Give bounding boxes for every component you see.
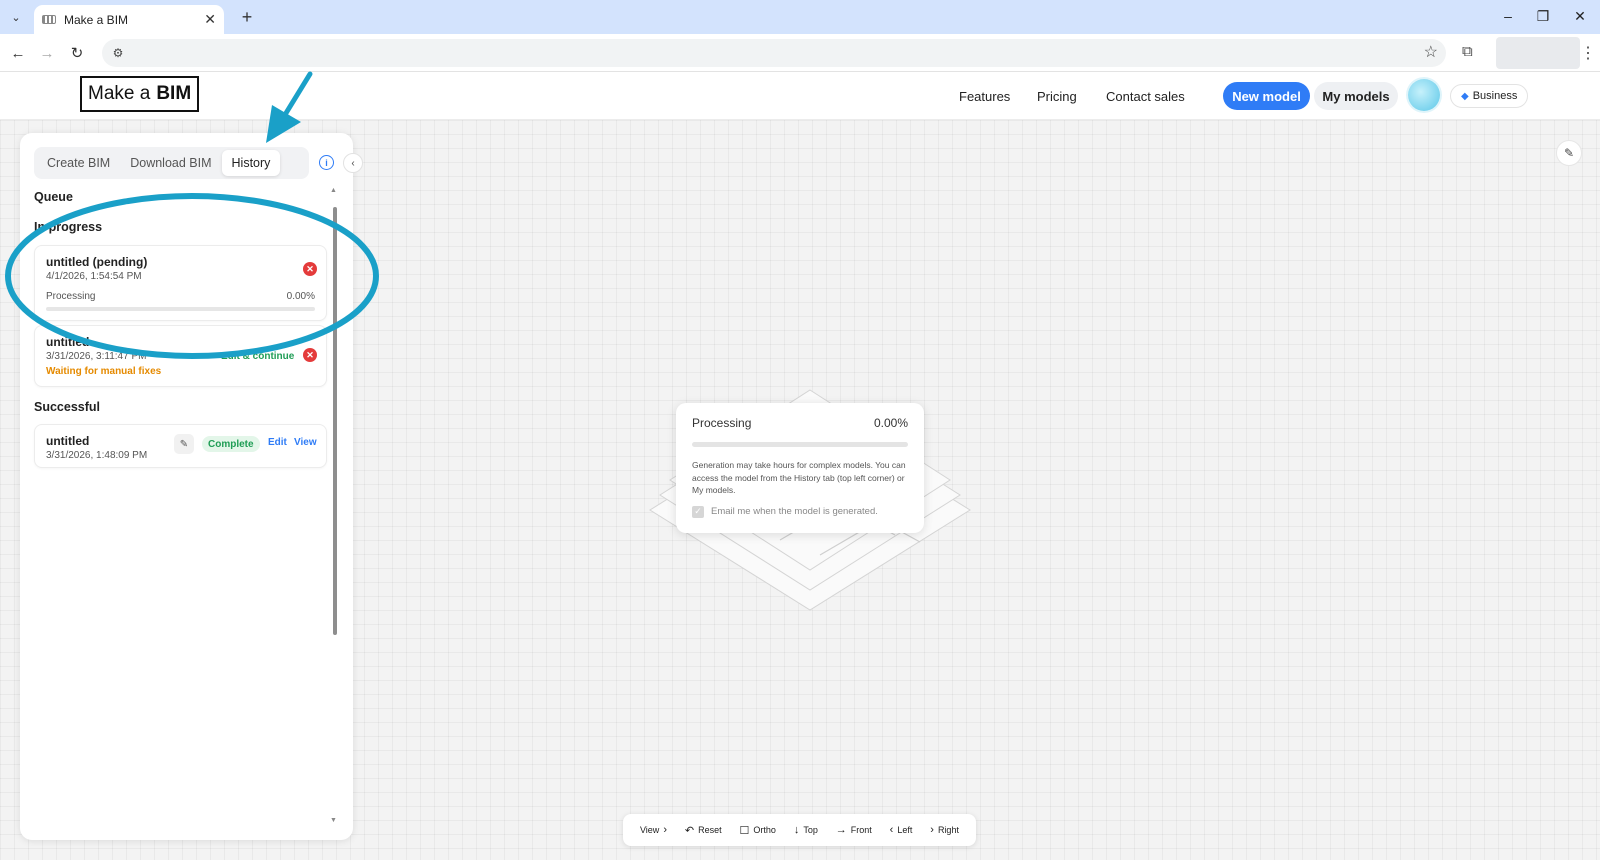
job-name: untitled xyxy=(46,434,90,448)
edit-notes-icon[interactable]: ✎ xyxy=(1556,140,1582,166)
plan-badge[interactable]: ◆ Business xyxy=(1450,84,1529,108)
site-info-icon[interactable]: ⚙ xyxy=(108,43,128,63)
edit-continue-link[interactable]: Edit & continue xyxy=(221,351,294,362)
profile-button[interactable] xyxy=(1496,37,1580,69)
job-date: 3/31/2026, 1:48:09 PM xyxy=(46,450,148,461)
close-tab-icon[interactable]: ✕ xyxy=(204,11,216,28)
view-link[interactable]: View xyxy=(294,437,317,448)
job-date: 4/1/2026, 1:54:54 PM xyxy=(46,271,142,282)
email-notify-option[interactable]: ✓ Email me when the model is generated. xyxy=(692,505,908,518)
rename-icon[interactable]: ✎ xyxy=(174,434,194,454)
left-label: Left xyxy=(897,825,913,835)
status-badge: Complete xyxy=(202,436,260,452)
chevron-left-icon: ‹ xyxy=(889,824,894,836)
forward-icon[interactable]: → xyxy=(37,43,57,63)
tab-download-bim[interactable]: Download BIM xyxy=(120,150,221,176)
top-view-button[interactable]: ↓ Top xyxy=(794,824,818,836)
browser-tab[interactable]: Make a BIM ✕ xyxy=(34,5,224,34)
diamond-icon: ◆ xyxy=(1461,90,1469,102)
back-icon[interactable]: ← xyxy=(8,43,28,63)
top-label: Top xyxy=(803,825,818,835)
front-label: Front xyxy=(850,825,872,835)
job-progress-bar xyxy=(46,307,315,311)
popup-progress-bar xyxy=(692,442,908,447)
browser-tabstrip: ⌄ Make a BIM ✕ + – ❐ ✕ xyxy=(0,0,1600,34)
processing-popup: Processing 0.00% Generation may take hou… xyxy=(676,403,924,533)
browser-toolbar: ← → ↻ ⚙ ☆ ⧉ ⋮ xyxy=(0,34,1600,72)
restore-icon[interactable]: ❐ xyxy=(1533,8,1553,25)
new-model-button[interactable]: New model xyxy=(1223,82,1310,110)
left-view-button[interactable]: ‹ Left xyxy=(890,824,913,836)
chevron-right-icon: › xyxy=(663,824,667,836)
panel-tabs: Create BIM Download BIM History xyxy=(34,147,309,179)
tab-create-bim[interactable]: Create BIM xyxy=(37,150,120,176)
app-header: Make a BIM Features Pricing Contact sales… xyxy=(0,72,1600,120)
popup-percent: 0.00% xyxy=(873,416,908,430)
collapse-panel-icon[interactable]: ‹ xyxy=(343,153,363,173)
section-successful: Successful xyxy=(34,400,101,414)
job-date: 3/31/2026, 3:11:47 PM xyxy=(46,351,147,362)
section-queue: Queue xyxy=(34,190,73,204)
reset-button[interactable]: ↶ Reset xyxy=(685,824,722,837)
cancel-job-icon[interactable]: ✕ xyxy=(303,348,317,362)
address-bar[interactable]: ⚙ ☆ xyxy=(102,39,1446,67)
list-item[interactable]: untitled 3/31/2026, 1:48:09 PM ✎ Complet… xyxy=(34,424,327,468)
edit-link[interactable]: Edit xyxy=(268,437,287,448)
scroll-down-icon[interactable]: ▼ xyxy=(330,817,337,824)
section-in-progress: In progress xyxy=(34,220,103,234)
undo-icon: ↶ xyxy=(684,824,695,837)
favicon-icon xyxy=(42,15,56,24)
nav-pricing[interactable]: Pricing xyxy=(1037,89,1077,104)
popup-title: Processing xyxy=(692,416,752,430)
email-checkbox-label: Email me when the model is generated. xyxy=(711,506,878,517)
view-toolbar: View › ↶ Reset ☐ Ortho ↓ Top → Front ‹ Left › R… xyxy=(623,814,976,846)
chevron-right-icon: › xyxy=(930,824,934,836)
view-menu-button[interactable]: View › xyxy=(640,824,667,836)
tab-search-icon[interactable]: ⌄ xyxy=(6,7,26,27)
job-name: untitled (pending) xyxy=(46,255,148,269)
view-label: View xyxy=(639,825,660,835)
job-status-note: Waiting for manual fixes xyxy=(46,366,162,377)
avatar[interactable] xyxy=(1408,79,1440,111)
job-progress-text: 0.00% xyxy=(286,291,315,302)
browser-menu-icon[interactable]: ⋮ xyxy=(1580,43,1596,63)
popup-note: Generation may take hours for complex mo… xyxy=(692,460,906,495)
logo[interactable]: Make a BIM xyxy=(80,76,200,112)
right-view-button[interactable]: › Right xyxy=(930,824,959,836)
bookmark-star-icon[interactable]: ☆ xyxy=(1424,42,1438,62)
ortho-button[interactable]: ☐ Ortho xyxy=(740,824,776,837)
plan-badge-label: Business xyxy=(1472,90,1518,102)
job-name: untitled xyxy=(46,335,90,349)
my-models-button[interactable]: My models xyxy=(1314,82,1398,110)
email-checkbox[interactable]: ✓ xyxy=(692,505,704,518)
scroll-up-icon[interactable]: ▲ xyxy=(330,187,337,194)
minimize-icon[interactable]: – xyxy=(1498,8,1518,24)
list-item[interactable]: untitled (pending) 4/1/2026, 1:54:54 PM … xyxy=(34,245,327,321)
arrow-right-icon: → xyxy=(835,824,847,836)
info-icon[interactable]: i xyxy=(319,155,334,170)
new-tab-icon[interactable]: + xyxy=(236,6,258,28)
reset-label: Reset xyxy=(698,825,722,835)
cancel-job-icon[interactable]: ✕ xyxy=(303,262,317,276)
right-label: Right xyxy=(937,825,959,835)
nav-contact-sales[interactable]: Contact sales xyxy=(1106,89,1185,104)
scrollbar[interactable] xyxy=(333,199,337,809)
history-panel: Create BIM Download BIM History i ‹ Queu… xyxy=(20,133,363,840)
extensions-icon[interactable]: ⧉ xyxy=(1462,43,1473,60)
logo-bold: BIM xyxy=(156,83,192,104)
front-view-button[interactable]: → Front xyxy=(836,824,872,836)
tab-history[interactable]: History xyxy=(221,150,281,176)
list-item[interactable]: untitled 3/31/2026, 3:11:47 PM Edit & co… xyxy=(34,325,327,387)
square-icon: ☐ xyxy=(739,824,750,837)
nav-features[interactable]: Features xyxy=(959,89,1010,104)
ortho-label: Ortho xyxy=(753,825,776,835)
browser-tab-title: Make a BIM xyxy=(64,12,129,27)
logo-prefix: Make a xyxy=(88,83,151,104)
reload-icon[interactable]: ↻ xyxy=(67,43,87,63)
window-close-icon[interactable]: ✕ xyxy=(1570,8,1590,25)
scrollbar-thumb[interactable] xyxy=(333,207,337,635)
arrow-down-icon: ↓ xyxy=(793,824,800,836)
job-status: Processing xyxy=(46,291,96,302)
